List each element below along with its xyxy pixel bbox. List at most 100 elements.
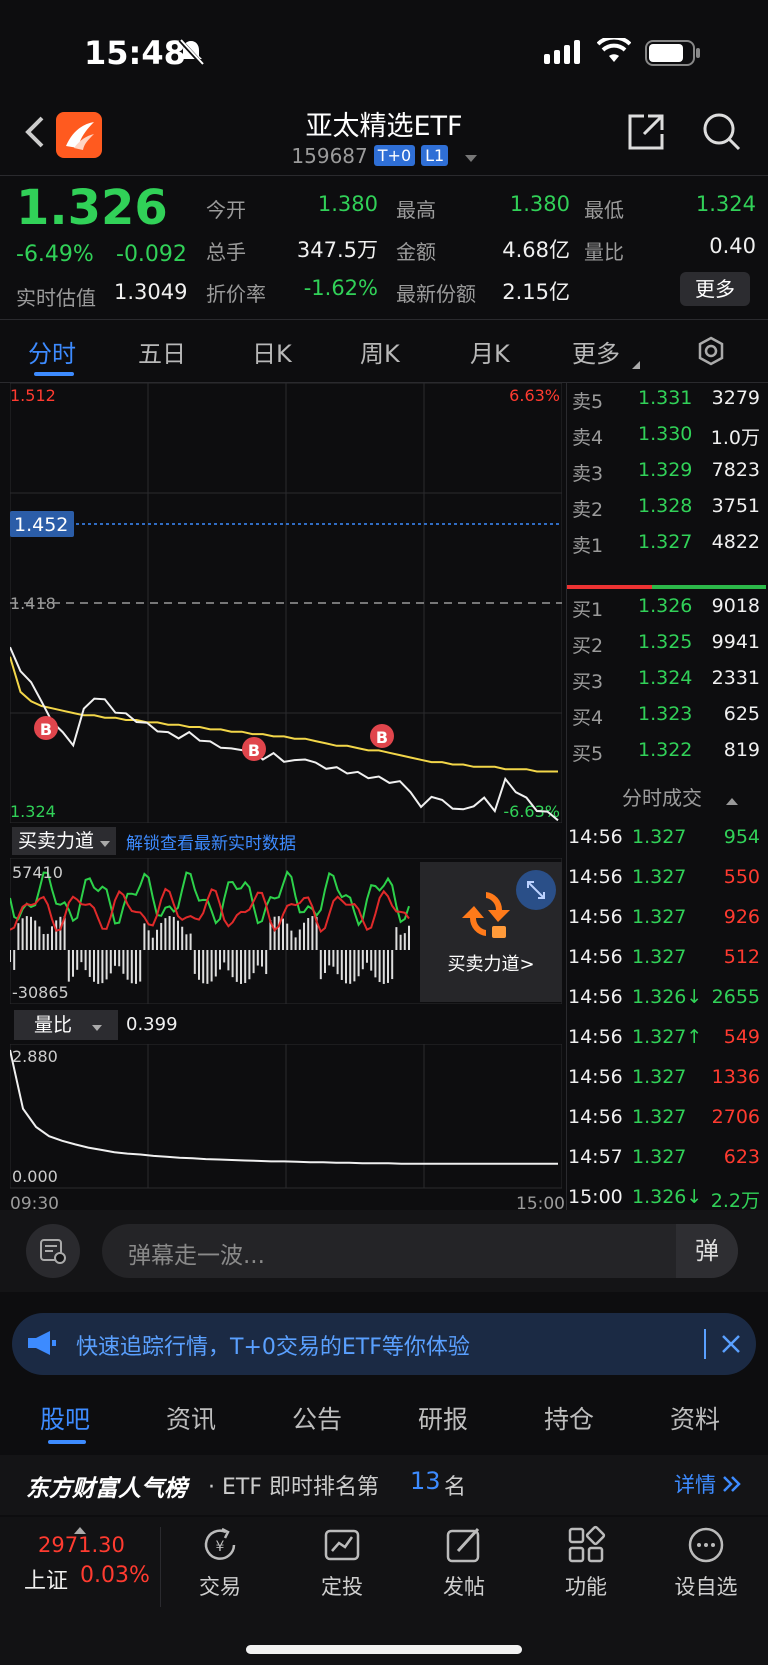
bid-row[interactable]: 买5 1.322 819 bbox=[572, 739, 764, 775]
lli-promo-text[interactable]: 买卖力道> bbox=[447, 954, 534, 975]
nav-post[interactable]: 发帖 bbox=[414, 1525, 514, 1601]
ask-row[interactable]: 卖2 1.328 3751 bbox=[572, 495, 764, 531]
trade-volume: 926 bbox=[723, 906, 760, 928]
amount-value: 4.68亿 bbox=[502, 238, 570, 262]
low-price: 1.324 bbox=[10, 802, 56, 821]
ask-row[interactable]: 卖1 1.327 4822 bbox=[572, 531, 764, 567]
trade-volume: 512 bbox=[723, 946, 760, 968]
trade-time: 14:56 bbox=[568, 826, 623, 848]
caret-down-icon[interactable] bbox=[464, 144, 477, 168]
nav-features[interactable]: 功能 bbox=[536, 1525, 636, 1601]
danmu-input[interactable]: 弹幕走一波... 弹 bbox=[102, 1224, 738, 1278]
tab-holdings[interactable]: 持仓 bbox=[544, 1400, 594, 1436]
trade-volume: 2.2万 bbox=[710, 1190, 760, 1212]
vr-selector[interactable]: 量比 bbox=[14, 1010, 118, 1040]
danmu-settings-button[interactable] bbox=[26, 1224, 80, 1278]
intraday-chart[interactable]: 1.452 1.512 6.63% 1.418 1.324 -6.63% B B… bbox=[10, 383, 562, 823]
danmu-toggle-button[interactable]: 弹 bbox=[676, 1224, 738, 1278]
unlock-link[interactable]: 解锁查看最新实时数据 bbox=[126, 829, 296, 854]
ask-volume: 4822 bbox=[711, 531, 760, 553]
rank-detail-link[interactable]: 详情 bbox=[674, 1469, 716, 1499]
trade-row: 14:56 1.326↓ 2655 bbox=[568, 986, 768, 1022]
rank-prefix: · ETF 即时排名第 bbox=[208, 1475, 379, 1500]
trade-time: 14:56 bbox=[568, 1106, 623, 1128]
tab-news[interactable]: 资讯 bbox=[166, 1400, 216, 1436]
buy-marker-label: B bbox=[248, 741, 260, 760]
index-ticker[interactable]: 2971.30 上证 0.03% bbox=[0, 1517, 160, 1617]
tab-week-k[interactable]: 周K bbox=[360, 334, 400, 369]
promo-banner[interactable]: 快速追踪行情，T+0交易的ETF等你体验 bbox=[12, 1313, 756, 1375]
bid-volume: 819 bbox=[723, 739, 760, 761]
bid-volume: 9941 bbox=[711, 631, 760, 653]
ask-volume: 3279 bbox=[711, 387, 760, 409]
header: 亚太精选ETF 159687 T+0 L1 bbox=[0, 100, 768, 176]
more-button[interactable]: 更多 bbox=[680, 272, 750, 306]
nav-invest-plan[interactable]: 定投 bbox=[292, 1525, 392, 1601]
trade-volume: 623 bbox=[723, 1146, 760, 1168]
ask-row[interactable]: 卖3 1.329 7823 bbox=[572, 459, 764, 495]
volume-label: 总手 bbox=[206, 240, 246, 264]
open-label: 今开 bbox=[206, 198, 246, 222]
tab-guba[interactable]: 股吧 bbox=[40, 1400, 90, 1436]
lli-max: 57410 bbox=[12, 863, 63, 882]
buy-marker[interactable]: B bbox=[242, 737, 266, 761]
top-price: 1.512 bbox=[10, 386, 56, 405]
mid-price: 1.418 bbox=[10, 594, 56, 613]
rank-suffix: 名 bbox=[444, 1475, 467, 1500]
trade-row: 14:56 1.327 1336 bbox=[568, 1066, 768, 1102]
nav-add-watchlist[interactable]: 设自选 bbox=[656, 1525, 756, 1601]
close-icon[interactable] bbox=[720, 1333, 742, 1359]
rank-number: 13 bbox=[410, 1467, 441, 1495]
trade-time: 14:56 bbox=[568, 946, 623, 968]
tab-research[interactable]: 研报 bbox=[418, 1400, 468, 1436]
tab-day-k[interactable]: 日K bbox=[252, 334, 292, 369]
nav-trade-label: 交易 bbox=[199, 1575, 241, 1599]
ask-price: 1.328 bbox=[638, 495, 693, 517]
bid-volume: 2331 bbox=[711, 667, 760, 689]
battery-icon bbox=[645, 40, 701, 70]
buy-marker[interactable]: B bbox=[34, 716, 58, 740]
trades-list: 14:56 1.327 954 14:56 1.327 550 14:56 1.32… bbox=[566, 790, 768, 1212]
volume-ratio-chart[interactable]: 2.880 0.000 bbox=[10, 1044, 562, 1194]
ask-volume: 7823 bbox=[711, 459, 760, 481]
popularity-rank[interactable]: 东方财富人气榜 · ETF 即时排名第 13 名 详情 bbox=[0, 1455, 768, 1515]
svg-text:¥: ¥ bbox=[216, 1539, 225, 1555]
lli-selector[interactable]: 买卖力道 bbox=[12, 827, 117, 855]
gear-icon[interactable] bbox=[696, 336, 726, 370]
nav-trade[interactable]: ¥ 交易 bbox=[170, 1525, 270, 1601]
ask-row[interactable]: 卖4 1.330 1.0万 bbox=[572, 423, 764, 459]
discount-label: 折价率 bbox=[206, 282, 266, 306]
vr-header: 量比 0.399 bbox=[10, 1008, 566, 1044]
tab-profile[interactable]: 资料 bbox=[670, 1400, 720, 1436]
tab-month-k[interactable]: 月K bbox=[470, 334, 510, 369]
trade-time: 14:56 bbox=[568, 986, 623, 1008]
tab-more[interactable]: 更多 bbox=[572, 334, 620, 369]
bid-row[interactable]: 买2 1.325 9941 bbox=[572, 631, 764, 667]
trade-price: 1.327 bbox=[632, 946, 687, 968]
tab-five-day[interactable]: 五日 bbox=[138, 334, 186, 369]
share-icon[interactable] bbox=[626, 112, 666, 156]
trade-time: 14:56 bbox=[568, 906, 623, 928]
fund-code: 159687 bbox=[291, 144, 368, 168]
trade-row: 14:56 1.327 954 bbox=[568, 826, 768, 862]
rank-brand: 东方财富人气榜 bbox=[26, 1476, 187, 1502]
status-time: 15:48 bbox=[84, 34, 186, 72]
ask-row[interactable]: 卖5 1.331 3279 bbox=[572, 387, 764, 423]
tab-intraday[interactable]: 分时 bbox=[28, 334, 76, 369]
index-pct: 0.03% bbox=[80, 1563, 150, 1588]
bid-row[interactable]: 买4 1.323 625 bbox=[572, 703, 764, 739]
status-bar: 15:48 bbox=[0, 0, 768, 100]
buy-marker[interactable]: B bbox=[370, 724, 394, 748]
tab-announcements[interactable]: 公告 bbox=[292, 1400, 342, 1436]
lli-min: -30865 bbox=[12, 983, 69, 1002]
lli-chart[interactable]: 57410 -30865 买卖力道> bbox=[10, 858, 562, 1004]
change-pct: -6.49% bbox=[16, 242, 94, 267]
search-icon[interactable] bbox=[702, 112, 742, 156]
bid-row[interactable]: 买3 1.324 2331 bbox=[572, 667, 764, 703]
ask-price: 1.327 bbox=[638, 531, 693, 553]
home-indicator bbox=[246, 1645, 522, 1654]
low-label: 最低 bbox=[584, 198, 624, 222]
double-chevron-right-icon[interactable] bbox=[722, 1475, 742, 1497]
bid-row[interactable]: 买1 1.326 9018 bbox=[572, 595, 764, 631]
ratio-value: 0.40 bbox=[709, 234, 756, 258]
